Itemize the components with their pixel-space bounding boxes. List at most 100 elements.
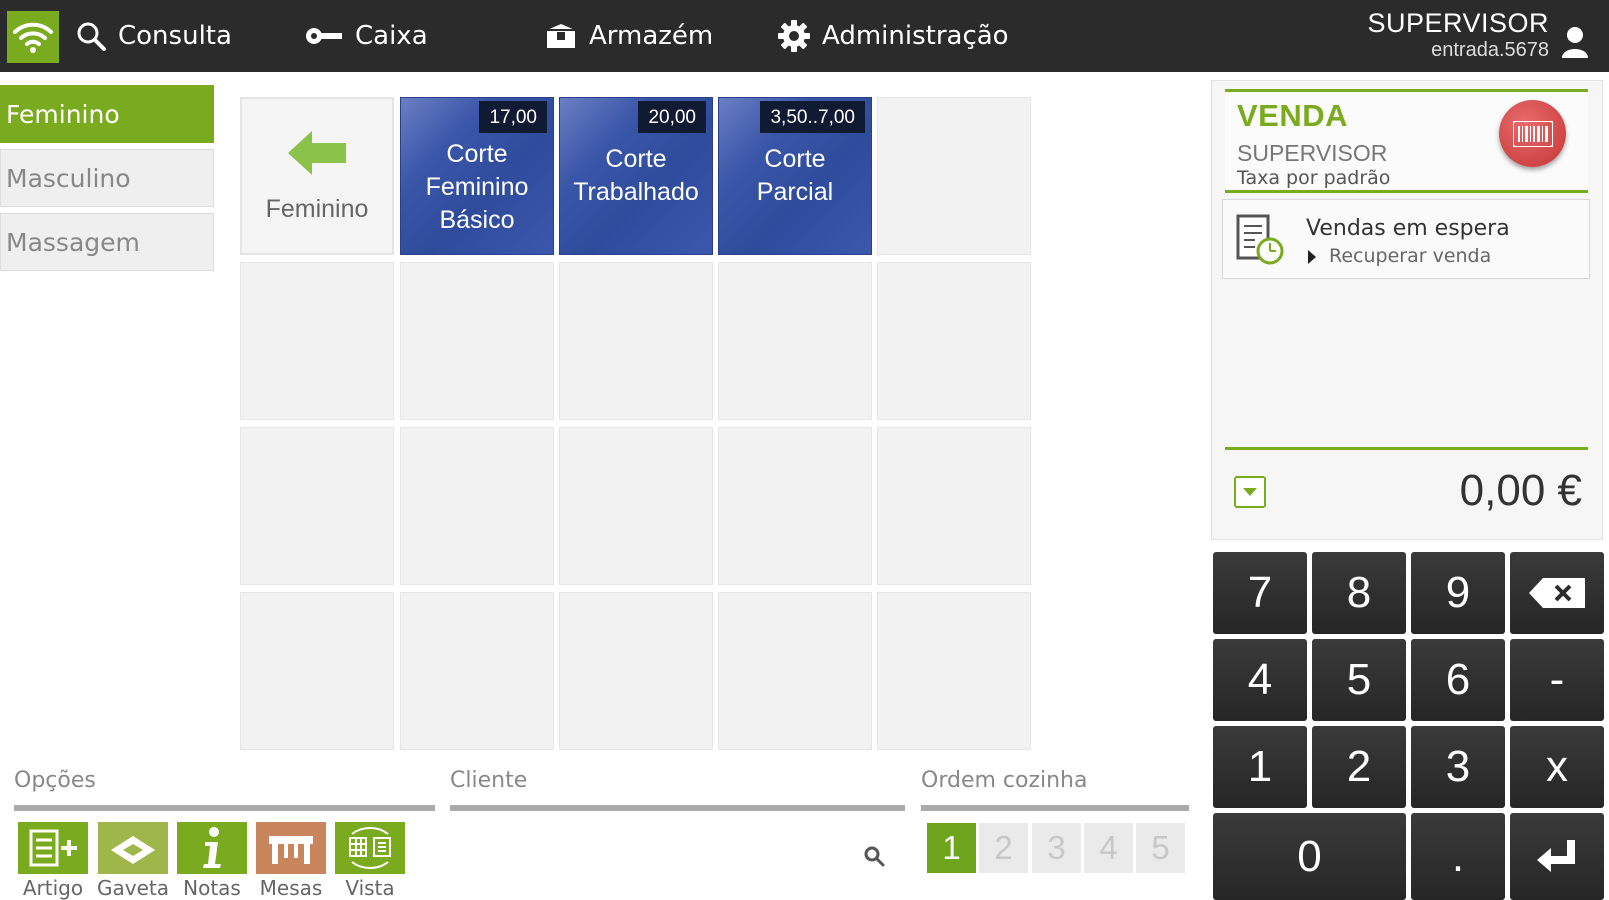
category-feminino[interactable]: Feminino [0,85,214,143]
caret-right-icon [1308,250,1316,264]
terminal-name: entrada.5678 [1431,39,1549,61]
category-massagem[interactable]: Massagem [0,213,214,271]
artigo-label: Artigo [22,876,84,900]
key-icon [306,28,342,44]
kitchen-order-1[interactable]: 1 [927,823,976,873]
product-name: Corte Parcial [756,145,834,206]
mesas-label: Mesas [259,876,323,900]
kitchen-order-2[interactable]: 2 [979,823,1028,873]
empty-product-cell [400,262,554,420]
empty-product-cell [559,592,713,750]
key-3[interactable]: 3 [1411,726,1505,808]
info-icon [177,822,247,874]
nav-caixa-label: Caixa [355,21,428,51]
empty-product-cell [240,427,394,585]
empty-product-cell [240,262,394,420]
empty-product-cell [240,592,394,750]
artigo-button[interactable]: Artigo [18,822,88,900]
backspace-key[interactable] [1510,552,1604,634]
user-info[interactable]: SUPERVISOR entrada.5678 [1367,8,1589,62]
key-multiply[interactable]: x [1510,726,1604,808]
kitchen-order-3[interactable]: 3 [1032,823,1081,873]
empty-product-cell [718,427,872,585]
key-7[interactable]: 7 [1213,552,1307,634]
product-corte-feminino-basico[interactable]: 17,00 Corte Feminino Básico [400,97,554,255]
user-icon [1562,27,1588,58]
vista-label: Vista [345,876,395,900]
top-bar: Consulta Caixa Armazém Administração SUP… [0,0,1609,72]
kitchen-order-4[interactable]: 4 [1084,823,1133,873]
recover-sale-link[interactable]: Recuperar venda [1329,245,1491,267]
arrow-left-icon [288,130,346,175]
nav-administracao[interactable]: Administração [778,0,1009,72]
vista-button[interactable]: Vista [335,822,405,900]
client-divider [450,805,905,811]
expand-details-button[interactable] [1234,476,1266,508]
table-icon [256,822,326,874]
nav-consulta[interactable]: Consulta [76,0,232,72]
empty-product-cell [400,592,554,750]
options-divider [14,805,435,811]
key-9[interactable]: 9 [1411,552,1505,634]
sale-header: VENDA SUPERVISOR Taxa por padrão [1225,89,1588,193]
empty-product-cell [400,427,554,585]
product-name: Corte Trabalhado [573,145,699,206]
barcode-scan-button[interactable] [1499,100,1566,167]
product-price: 20,00 [638,101,706,133]
back-button[interactable]: Feminino [240,97,394,255]
enter-icon [1537,839,1575,872]
nav-consulta-label: Consulta [118,21,232,51]
key-0[interactable]: 0 [1213,813,1406,900]
mesas-button[interactable]: Mesas [256,822,326,900]
empty-product-cell [718,262,872,420]
key-1[interactable]: 1 [1213,726,1307,808]
search-icon[interactable] [863,845,885,867]
product-corte-parcial[interactable]: 3,50..7,00 Corte Parcial [718,97,872,255]
held-sales-button[interactable]: Vendas em espera Recuperar venda [1222,199,1590,279]
product-corte-trabalhado[interactable]: 20,00 Corte Trabalhado [559,97,713,255]
empty-product-cell [877,592,1031,750]
box-icon [547,24,575,48]
empty-product-cell [559,427,713,585]
wifi-icon[interactable] [7,11,59,63]
key-4[interactable]: 4 [1213,639,1307,721]
kitchen-order-divider [921,805,1189,811]
key-2[interactable]: 2 [1312,726,1406,808]
client-label: Cliente [450,768,528,793]
key-8[interactable]: 8 [1312,552,1406,634]
gaveta-label: Gaveta [97,876,169,900]
key-minus[interactable]: - [1510,639,1604,721]
empty-product-cell [877,97,1031,255]
key-6[interactable]: 6 [1411,639,1505,721]
held-sales-icon [1236,214,1284,265]
gaveta-button[interactable]: Gaveta [97,822,169,900]
user-name: SUPERVISOR [1367,8,1549,38]
client-search-field[interactable] [450,815,905,885]
sale-title: VENDA [1237,98,1349,133]
product-price: 17,00 [479,101,547,133]
search-icon [77,22,106,51]
backspace-icon [1529,578,1585,608]
barcode-icon [1512,120,1553,147]
empty-product-cell [877,427,1031,585]
add-article-icon [18,822,88,874]
gear-icon [778,20,810,52]
empty-product-cell [718,592,872,750]
sale-user: SUPERVISOR [1237,140,1388,166]
key-5[interactable]: 5 [1312,639,1406,721]
key-decimal[interactable]: . [1411,813,1505,900]
options-label: Opções [14,768,96,793]
sale-tax: Taxa por padrão [1237,167,1391,189]
chevron-down-icon [1243,488,1257,496]
sale-panel: VENDA SUPERVISOR Taxa por padrão Vendas … [1211,80,1603,540]
enter-key[interactable] [1510,813,1604,900]
kitchen-order-5[interactable]: 5 [1136,823,1185,873]
kitchen-order-label: Ordem cozinha [921,768,1088,793]
notas-button[interactable]: Notas [177,822,247,900]
drawer-icon [98,822,168,874]
nav-caixa[interactable]: Caixa [305,0,428,72]
category-masculino[interactable]: Masculino [0,149,214,207]
nav-administracao-label: Administração [822,21,1009,51]
nav-armazem[interactable]: Armazém [545,0,713,72]
notas-label: Notas [183,876,241,900]
